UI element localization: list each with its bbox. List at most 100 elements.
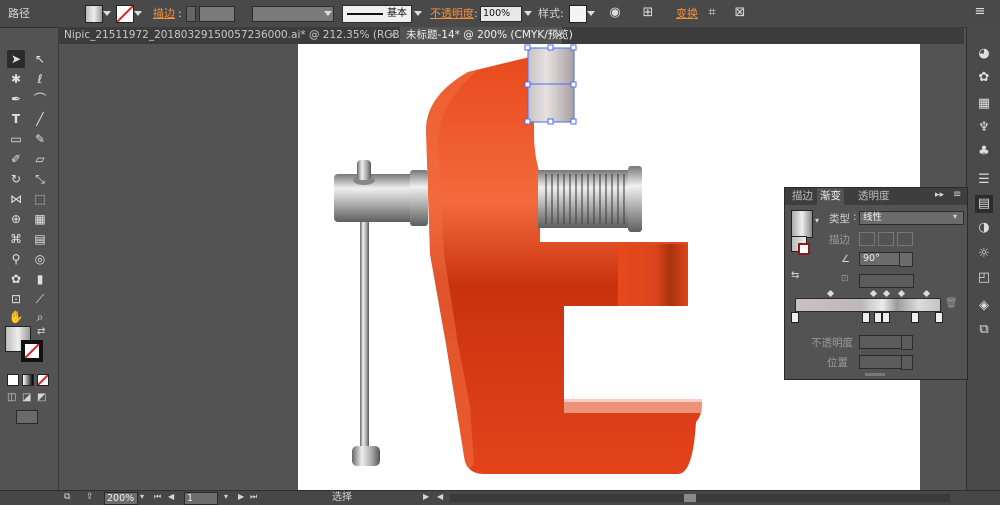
- horizontal-scrollbar[interactable]: [450, 494, 950, 502]
- next-artboard-icon[interactable]: ▶: [238, 492, 244, 501]
- angle-dropdown[interactable]: [899, 252, 913, 267]
- delete-stop-icon[interactable]: 🗑: [945, 298, 958, 309]
- recolor-artwork-icon[interactable]: ◉: [607, 5, 623, 21]
- zoom-field[interactable]: 200%: [104, 492, 138, 505]
- perspective-grid-icon[interactable]: ▦: [31, 210, 49, 228]
- symbols-icon[interactable]: ♣: [975, 143, 993, 161]
- opacity-field[interactable]: 100%: [480, 6, 522, 22]
- pencil-icon[interactable]: ✐: [7, 150, 25, 168]
- color-mode-icon[interactable]: [7, 374, 19, 386]
- zoom-icon[interactable]: ⌕: [31, 308, 49, 326]
- color-stop[interactable]: [791, 312, 799, 323]
- graphic-styles-icon[interactable]: ◰: [975, 269, 993, 287]
- rectangle-icon[interactable]: ▭: [7, 130, 25, 148]
- slice-icon[interactable]: ⟋: [31, 290, 49, 308]
- stroke-swatch[interactable]: [116, 5, 134, 23]
- stroke-label[interactable]: 描边: [153, 0, 175, 27]
- stroke-within-icon[interactable]: [859, 232, 875, 246]
- color-stop[interactable]: [862, 312, 870, 323]
- column-graph-icon[interactable]: ▮: [31, 270, 49, 288]
- transform-link[interactable]: 变换: [676, 0, 698, 27]
- color-panel-icon[interactable]: ◕: [975, 45, 993, 63]
- chevron-down-icon[interactable]: [134, 11, 142, 16]
- panel-resize-grip[interactable]: [865, 373, 885, 376]
- hand-icon[interactable]: ✋: [7, 308, 25, 326]
- stop-opacity-dropdown[interactable]: [901, 335, 913, 350]
- chevron-down-icon[interactable]: [103, 11, 111, 16]
- tab-transparency[interactable]: 透明度: [855, 188, 893, 205]
- stroke-across-icon[interactable]: [897, 232, 913, 246]
- draw-normal-icon[interactable]: ◫: [7, 392, 16, 403]
- stroke-along-icon[interactable]: [878, 232, 894, 246]
- scrollbar-thumb[interactable]: [684, 494, 696, 502]
- eraser-icon[interactable]: ▱: [31, 150, 49, 168]
- layers-icon[interactable]: ◈: [975, 297, 993, 315]
- artboard-number-field[interactable]: 1: [184, 492, 218, 505]
- stroke-proxy[interactable]: [21, 340, 43, 362]
- chevron-down-icon[interactable]: [587, 11, 595, 16]
- free-transform-icon[interactable]: ⬚: [31, 190, 49, 208]
- opacity-label[interactable]: 不透明度: [430, 0, 474, 27]
- brushes-icon[interactable]: ♆: [975, 119, 993, 137]
- screen-mode-icon[interactable]: [16, 410, 38, 424]
- close-tab-icon[interactable]: ×: [555, 30, 563, 41]
- chevron-right-icon[interactable]: [524, 11, 532, 16]
- line-icon[interactable]: ╱: [31, 110, 49, 128]
- scroll-left-icon[interactable]: ◀: [437, 492, 443, 501]
- close-tab-icon[interactable]: ×: [389, 30, 397, 41]
- lasso-icon[interactable]: ℓ: [31, 70, 49, 88]
- artboard-icon[interactable]: ⊡: [7, 290, 25, 308]
- type-icon[interactable]: T: [7, 110, 25, 128]
- chevron-down-icon[interactable]: ▾: [815, 216, 819, 225]
- eyedropper-icon[interactable]: ⚲: [7, 250, 25, 268]
- previous-artboard-icon[interactable]: ◀: [168, 492, 174, 501]
- swap-fill-stroke-icon[interactable]: ⇄: [37, 326, 45, 337]
- blend-icon[interactable]: ◎: [31, 250, 49, 268]
- aspect-ratio-field[interactable]: [859, 274, 914, 288]
- last-artboard-icon[interactable]: ⏭: [250, 492, 257, 502]
- selected-pad[interactable]: [528, 48, 574, 122]
- magic-wand-icon[interactable]: ✱: [7, 70, 25, 88]
- arrange-icon[interactable]: ⊠: [732, 5, 748, 21]
- location-dropdown[interactable]: [901, 355, 913, 370]
- chevron-down-icon[interactable]: ▾: [140, 492, 144, 501]
- draw-behind-icon[interactable]: ◪: [22, 392, 31, 403]
- tab-stroke[interactable]: 描边: [789, 188, 816, 205]
- chevron-down-icon[interactable]: [414, 11, 422, 16]
- mesh-icon[interactable]: ⌘: [7, 230, 25, 248]
- rotate-icon[interactable]: ↻: [7, 170, 25, 188]
- gradient-icon[interactable]: ▤: [31, 230, 49, 248]
- gradient-mode-icon[interactable]: [22, 374, 34, 386]
- none-mode-icon[interactable]: [37, 374, 49, 386]
- collapse-icon[interactable]: ▸▸: [935, 190, 944, 200]
- scale-icon[interactable]: ⤡: [31, 170, 49, 188]
- color-stop[interactable]: [911, 312, 919, 323]
- gradient-thumbnail[interactable]: [791, 210, 813, 238]
- chevron-down-icon[interactable]: [324, 11, 332, 16]
- stroke-mini-icon[interactable]: [798, 243, 810, 255]
- color-guide-icon[interactable]: ✿: [975, 69, 993, 87]
- appearance-icon[interactable]: ☼: [975, 245, 993, 263]
- paintbrush-icon[interactable]: ✎: [31, 130, 49, 148]
- tab-document-1[interactable]: Nipic_21511972_20180329150057236000.ai* …: [58, 27, 428, 44]
- artboards-icon[interactable]: ⧉: [975, 321, 993, 339]
- selection-arrow-icon[interactable]: ➤: [7, 50, 25, 68]
- first-artboard-icon[interactable]: ⏮: [154, 492, 161, 502]
- panel-menu-icon[interactable]: ≡: [972, 4, 988, 20]
- gradient-type-dropdown[interactable]: 线性: [859, 211, 964, 225]
- symbol-sprayer-icon[interactable]: ✿: [7, 270, 25, 288]
- direct-selection-icon[interactable]: ↖: [31, 50, 49, 68]
- pen-icon[interactable]: ✒: [7, 90, 25, 108]
- color-stop[interactable]: [882, 312, 890, 323]
- chevron-right-icon[interactable]: ▶: [423, 492, 429, 501]
- variable-width-dropdown[interactable]: [252, 6, 334, 22]
- fill-swatch[interactable]: [85, 5, 103, 23]
- width-tool-icon[interactable]: ⋈: [7, 190, 25, 208]
- color-stop[interactable]: [874, 312, 882, 323]
- transparency-icon[interactable]: ◑: [975, 219, 993, 237]
- curvature-icon[interactable]: ⌒: [31, 90, 49, 108]
- chevron-down-icon[interactable]: ▾: [953, 212, 957, 221]
- tab-gradient[interactable]: 渐变: [817, 188, 844, 205]
- graphic-style-swatch[interactable]: [569, 5, 587, 23]
- reverse-gradient-icon[interactable]: ⇆: [791, 270, 799, 281]
